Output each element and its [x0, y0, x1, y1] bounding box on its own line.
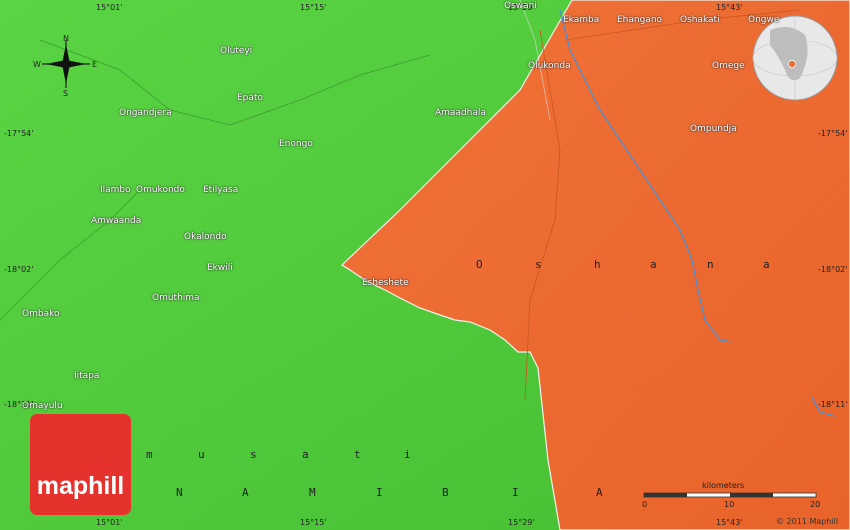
place-oswani[interactable]: Oswani [504, 1, 537, 11]
region-oshana-l6: a [763, 258, 770, 271]
scale-tick-10: 10 [724, 500, 735, 509]
coord-bottom-1: 15°01' [96, 518, 123, 527]
scale-bar: kilometers 0 10 20 [640, 480, 820, 510]
coord-right-3: -18°11' [818, 400, 848, 409]
place-iitapa[interactable]: Iitapa [74, 371, 99, 381]
country-l7: A [596, 486, 603, 499]
region-oshana-l1: O [476, 258, 483, 271]
place-omege[interactable]: Omege [712, 61, 745, 71]
scale-unit: kilometers [702, 481, 745, 490]
globe-inset [752, 15, 838, 101]
country-l4: I [376, 486, 383, 499]
place-amaadhala[interactable]: Amaadhala [435, 108, 486, 118]
country-l6: I [512, 486, 519, 499]
place-olukonda[interactable]: Olukonda [528, 61, 571, 71]
compass-e: E [92, 60, 98, 69]
scale-tick-20: 20 [810, 500, 821, 509]
country-l3: M [309, 486, 316, 499]
region-omusati-l6: i [404, 448, 411, 461]
place-ilambo[interactable]: Ilambo [100, 185, 131, 195]
country-l1: N [176, 486, 183, 499]
region-omusati-l1: m [146, 448, 153, 461]
place-ekwili[interactable]: Ekwili [207, 263, 233, 273]
place-ekamba[interactable]: Ekamba [563, 15, 599, 25]
place-oshakati[interactable]: Oshakati [680, 15, 720, 25]
coord-top-1: 15°01' [96, 3, 123, 12]
coord-bottom-2: 15°15' [300, 518, 327, 527]
region-omusati-l2: u [198, 448, 205, 461]
coord-top-4: 15°43' [716, 3, 743, 12]
compass-w: W [33, 60, 41, 69]
place-etilyasa[interactable]: Etilyasa [203, 185, 238, 195]
copyright: © 2011 Maphill [776, 517, 839, 526]
place-ongandjera[interactable]: Ongandjera [119, 108, 172, 118]
country-l2: A [242, 486, 249, 499]
place-ehangano[interactable]: Ehangano [617, 15, 662, 25]
compass-s: S [63, 89, 69, 98]
coord-top-2: 15°15' [300, 3, 327, 12]
region-oshana-l4: a [650, 258, 657, 271]
scale-tick-0: 0 [642, 500, 648, 509]
region-omusati-l4: a [302, 448, 309, 461]
coord-right-1: -17°54' [818, 129, 848, 138]
coord-left-2: -18°02' [4, 265, 34, 274]
region-oshana-l5: n [707, 258, 714, 271]
region-omusati-l3: s [250, 448, 257, 461]
coord-left-1: -17°54' [4, 129, 34, 138]
place-omuthima[interactable]: Omuthima [152, 293, 200, 303]
place-enongo[interactable]: Enongo [279, 139, 313, 149]
compass-n: N [63, 34, 69, 43]
place-okalondo[interactable]: Okalondo [184, 232, 227, 242]
map-view[interactable]: N S E W 15°01' 15°15' 15°29' 15°43' 15°0… [0, 0, 850, 530]
place-ombako[interactable]: Ombako [22, 309, 59, 319]
place-ongwe[interactable]: Ongwe [748, 15, 779, 25]
place-esheshete[interactable]: Esheshete [362, 278, 409, 288]
coord-bottom-4: 15°43' [716, 518, 743, 527]
place-omayulu[interactable]: Omayulu [22, 401, 63, 411]
region-oshana-l3: h [594, 258, 601, 271]
logo-text: maphill [36, 472, 125, 500]
place-omukondo[interactable]: Omukondo [136, 185, 185, 195]
coord-right-2: -18°02' [818, 265, 848, 274]
place-oluteyi[interactable]: Oluteyi [220, 46, 252, 56]
country-l5: B [442, 486, 449, 499]
region-oshana-l2: s [535, 258, 542, 271]
place-amwaanda[interactable]: Amwaanda [91, 216, 141, 226]
place-ompundja[interactable]: Ompundja [690, 124, 737, 134]
maphill-logo[interactable]: maphill [30, 414, 131, 515]
region-omusati-l5: t [354, 448, 361, 461]
coord-bottom-3: 15°29' [508, 518, 535, 527]
place-epato[interactable]: Epato [237, 93, 263, 103]
